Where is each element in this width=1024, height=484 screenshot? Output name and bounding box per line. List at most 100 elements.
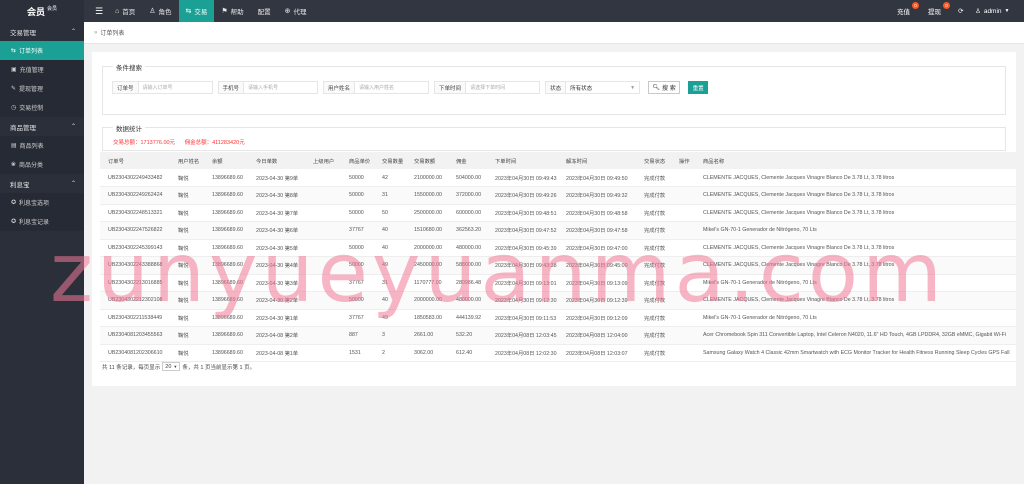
nav-trade[interactable]: ⇆ 交易 [178, 0, 215, 22]
withdraw-badge: 0 [943, 2, 950, 9]
cell-actions [671, 221, 695, 240]
cell-amount: 2000000.00 [406, 291, 448, 310]
time-field: 下单时间 请选择下单时间 [434, 81, 541, 94]
chevron-up-icon: ⌃ [70, 29, 76, 35]
refresh-icon[interactable]: ⟳ [958, 0, 963, 22]
sidebar-group-interest[interactable]: 利息宝 ⌃ [0, 174, 84, 193]
page-size-select[interactable]: 20 ▼ [162, 362, 181, 371]
user-menu[interactable]: ♙ admin ▼ [975, 0, 1010, 22]
cell-parent-user [305, 309, 341, 327]
tab-order-list[interactable]: 订单列表 [100, 28, 124, 37]
col-unit-price: 商品单价 [341, 152, 374, 169]
time-input[interactable]: 请选择下单时间 [466, 81, 541, 94]
main-area: » 订单列表 条件搜索 订单号 请输入订单号 手机号 请输入手机号 用户姓名 请… [84, 22, 1024, 484]
table-row: UB2304081202306610 鞠悦 13896689.60 2023-04-0… [100, 344, 1016, 362]
cell-balance: 13896689.60 [204, 344, 248, 362]
cell-user-name: 鞠悦 [170, 186, 204, 205]
cell-unfreeze-time: 2023年04月30日 09:47:00 [558, 239, 636, 257]
cell-product-name: CLEMENTE JACQUES, Clemente Jacques Vinag… [695, 204, 1016, 222]
cell-order-time: 2023年04月30日 09:45:39 [487, 239, 558, 257]
star-icon: ✪ [11, 219, 17, 225]
col-parent-user: 上级用户 [305, 152, 341, 169]
cell-product-name: Acer Chromebook Spin 311 Convertible Lap… [695, 326, 1016, 345]
recharge-link[interactable]: 充值 [897, 0, 910, 22]
withdraw-link[interactable]: 提现 [928, 0, 941, 22]
col-actions: 操作 [671, 152, 695, 169]
cell-commission: 280986.48 [448, 274, 487, 292]
nav-agent[interactable]: ⊕ 代理 [278, 0, 314, 22]
sidebar-item-goods-list[interactable]: ▤ 商品列表 [0, 136, 84, 155]
top-bar: 会员 会员 ☰ ⌂ 首页 ♙ 角色 ⇆ 交易 ⚑ 帮助 配置 ⊕ 代理 充值 0 提现 0… [0, 0, 1024, 22]
sidebar-group-trade[interactable]: 交易管理 ⌃ [0, 22, 84, 41]
nav-config[interactable]: 配置 [251, 0, 278, 22]
chevron-down-icon: ▼ [173, 364, 178, 369]
cell-unfreeze-time: 2023年04月30日 09:12:09 [558, 309, 636, 327]
cell-commission: 362563.20 [448, 221, 487, 240]
cell-order-time: 2023年04月30日 09:11:53 [487, 309, 558, 327]
sidebar-group-goods[interactable]: 商品管理 ⌃ [0, 117, 84, 136]
time-label: 下单时间 [434, 81, 467, 94]
brand-logo[interactable]: 会员 会员 [0, 0, 84, 22]
cell-amount: 2450000.00 [406, 256, 448, 275]
cell-order-no: UB2304302212302108 [100, 291, 170, 310]
cell-parent-user [305, 291, 341, 310]
cell-today-count: 2023-04-30 第2单 [248, 291, 305, 310]
cell-commission: 444139.92 [448, 309, 487, 327]
cell-unit-price: 37767 [341, 221, 374, 240]
table-row: UB2304302248513321 鞠悦 13896689.60 2023-04-3… [100, 204, 1016, 222]
nav-roles[interactable]: ♙ 角色 [142, 0, 178, 22]
user-name: admin [983, 7, 1002, 15]
col-quantity: 交易数量 [374, 152, 406, 169]
brand-title: 会员 [26, 6, 45, 17]
cell-order-time: 2023年04月30日 09:43:38 [487, 256, 558, 275]
cell-commission: 600000.00 [448, 204, 487, 222]
menu-toggle-icon[interactable]: ☰ [92, 0, 106, 22]
cell-amount: 1510680.00 [406, 221, 448, 240]
table-row: UB2304302212302108 鞠悦 13896689.60 2023-04-3… [100, 291, 1016, 310]
cell-status: 完成付款 [636, 326, 671, 345]
cell-amount: 1550000.00 [406, 186, 448, 205]
card-icon: ▣ [11, 67, 17, 73]
cell-today-count: 2023-04-08 第2单 [248, 326, 305, 345]
phone-field: 手机号 请输入手机号 [217, 81, 319, 94]
sidebar-item-goods-category[interactable]: ❀ 商品分类 [0, 155, 84, 174]
sidebar-item-withdraw[interactable]: ✎ 提现管理 [0, 79, 84, 98]
phone-input[interactable]: 请输入手机号 [244, 81, 319, 94]
cell-order-time: 2023年04月30日 09:47:52 [487, 221, 558, 240]
star-icon: ✪ [11, 200, 17, 206]
cell-order-no: UB2304081202306610 [100, 344, 170, 362]
cell-unfreeze-time: 2023年04月08日 12:03:07 [558, 344, 636, 362]
cell-product-name: Mikel's GN-70-1 Generador de Nitrógeno, … [695, 221, 1016, 240]
cell-unfreeze-time: 2023年04月30日 09:45:00 [558, 256, 636, 275]
cell-user-name: 鞠悦 [170, 204, 204, 222]
search-button[interactable]: 🔍︎ 搜 索 [648, 81, 681, 94]
reset-button[interactable]: 重置 [688, 81, 709, 94]
sidebar-item-interest-options[interactable]: ✪ 利息宝选项 [0, 193, 84, 212]
cell-user-name: 鞠悦 [170, 291, 204, 310]
nav-help[interactable]: ⚑ 帮助 [214, 0, 250, 22]
cell-today-count: 2023-04-08 第1单 [248, 344, 305, 362]
sidebar-item-interest-records[interactable]: ✪ 利息宝记录 [0, 212, 84, 231]
status-select[interactable]: 所有状态 ▼ [566, 81, 641, 94]
cell-order-time: 2023年04月30日 09:13:01 [487, 274, 558, 292]
order-no-input[interactable]: 请输入订单号 [138, 81, 213, 94]
cell-unfreeze-time: 2023年04月08日 12:04:00 [558, 326, 636, 345]
cell-status: 完成付款 [636, 169, 671, 187]
cell-user-name: 鞠悦 [170, 169, 204, 187]
sidebar-item-recharge[interactable]: ▣ 充值管理 [0, 60, 84, 79]
cell-user-name: 鞠悦 [170, 221, 204, 240]
sidebar-item-trade-control[interactable]: ◷ 交易控制 [0, 98, 84, 117]
home-icon: ⌂ [115, 7, 120, 15]
name-input[interactable]: 请输入用户姓名 [355, 81, 430, 94]
cell-quantity: 31 [374, 274, 406, 292]
trade-icon: ⇆ [185, 8, 192, 15]
cell-order-time: 2023年04月30日 09:12:30 [487, 291, 558, 310]
cell-unfreeze-time: 2023年04月30日 09:49:32 [558, 186, 636, 205]
sidebar-item-order-list[interactable]: ⇆ 订单列表 [0, 41, 84, 60]
search-icon: 🔍︎ [652, 85, 661, 91]
nav-trade-label: 交易 [194, 9, 208, 16]
withdraw-label: 提现 [928, 9, 941, 16]
nav-home[interactable]: ⌂ 首页 [108, 0, 142, 22]
cell-parent-user [305, 186, 341, 205]
content-card: 条件搜索 订单号 请输入订单号 手机号 请输入手机号 用户姓名 请输入用户姓名 … [92, 52, 1016, 386]
